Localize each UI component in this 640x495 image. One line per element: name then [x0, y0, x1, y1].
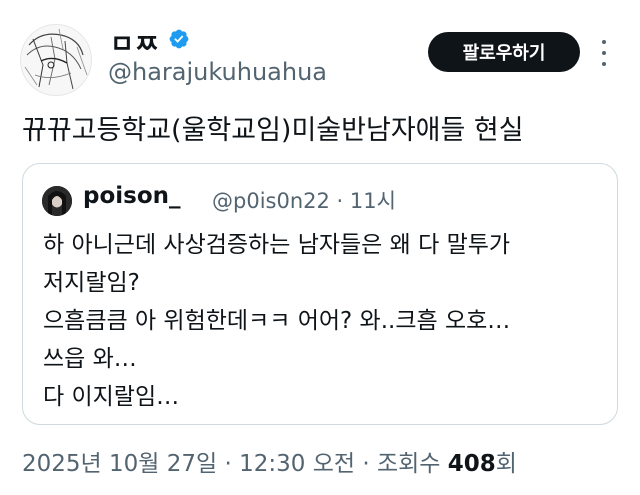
tweet-meta: 2025년 10월 27일 · 12:30 오전 · 조회수 408회 [22, 444, 517, 478]
follow-button[interactable]: 팔로우하기 [428, 32, 580, 72]
tweet-text: 뀨뀨고등학교(울학교임)미술반남자애들 현실 [22, 115, 524, 146]
sketch-avatar-image [21, 25, 91, 95]
tweet-timestamp[interactable]: 2025년 10월 27일 · 12:30 오전 · 조회수 [22, 451, 440, 477]
quoted-tweet-card[interactable]: poison_ @p0is0n22 · 11시 하 아니근데 사상검증하는 남자… [22, 163, 618, 425]
quoted-text-line: 하 아니근데 사상검증하는 남자들은 왜 다 말투가 [43, 232, 511, 258]
quoted-author-avatar[interactable] [42, 186, 72, 216]
views-count: 408 [447, 451, 496, 477]
more-options-icon[interactable] [598, 40, 610, 66]
author-handle[interactable]: @harajukuhuahua [108, 58, 327, 86]
verified-badge-icon [169, 29, 189, 49]
views-suffix: 회 [495, 451, 517, 477]
quoted-text-line: 으흠큼큼 아 위험한데ㅋㅋ 어어? 와..크흠 오호… [43, 308, 511, 334]
quoted-tweet-text: 하 아니근데 사상검증하는 남자들은 왜 다 말투가 저지랄임? 으흠큼큼 아 … [43, 226, 510, 416]
quoted-text-line: 쓰읍 와… [43, 346, 137, 372]
quoted-text-line: 저지랄임? [43, 270, 140, 296]
author-avatar[interactable] [20, 24, 92, 96]
author-display-name[interactable]: ㅁㅉ [110, 24, 160, 61]
quoted-author-handle[interactable]: @p0is0n22 [212, 189, 330, 213]
quoted-text-line: 다 이지랄임… [43, 384, 180, 410]
quoted-author-name[interactable]: poison_ [83, 183, 181, 209]
portrait-avatar-image [42, 186, 72, 216]
quoted-author-meta: @p0is0n22 · 11시 [212, 185, 396, 215]
meta-separator: · [336, 189, 344, 213]
quoted-tweet-time[interactable]: 11시 [350, 189, 396, 213]
